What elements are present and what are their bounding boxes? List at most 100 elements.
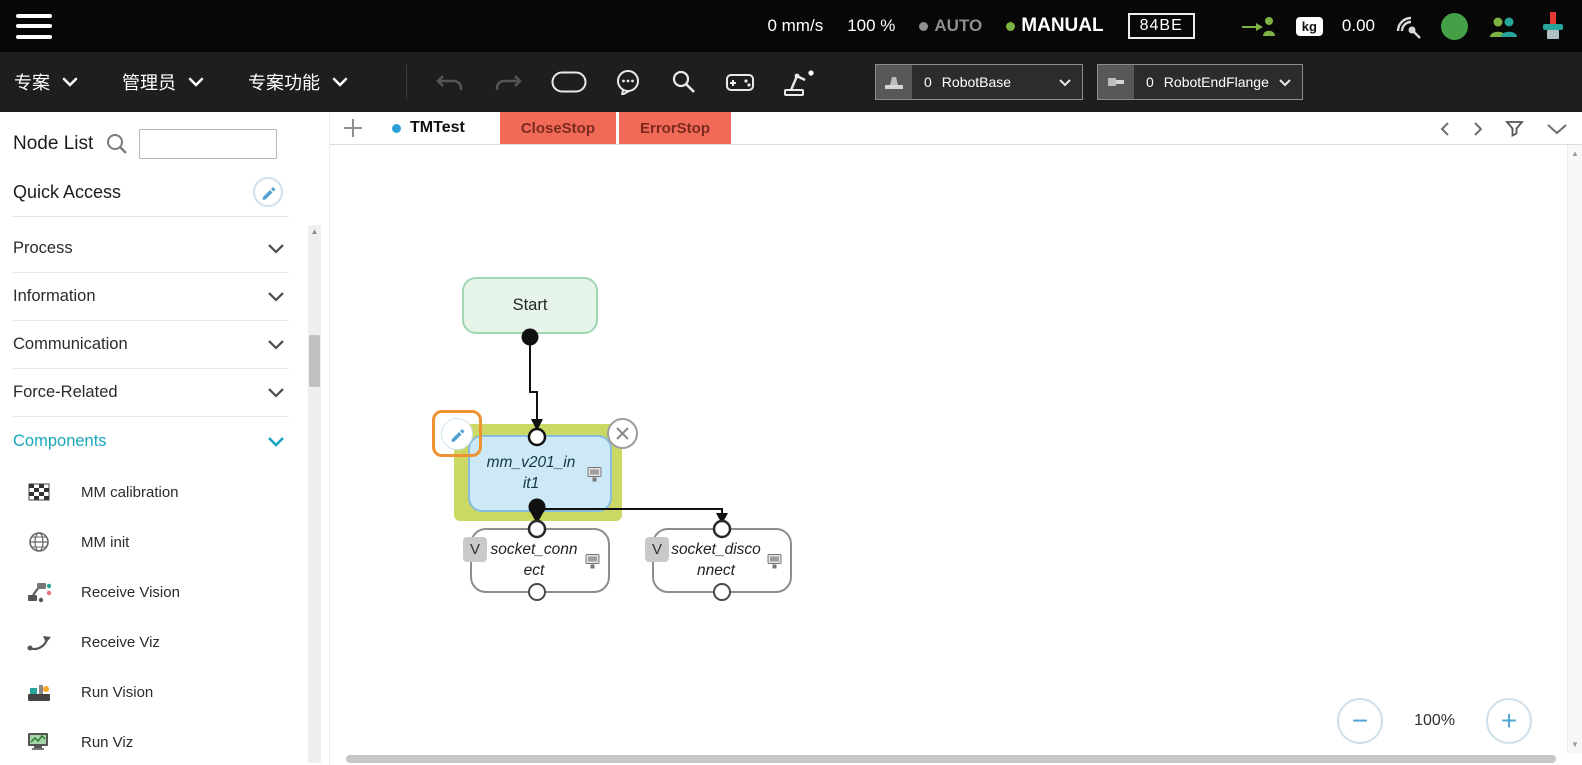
tab-closestop[interactable]: CloseStop: [499, 112, 616, 144]
flow-canvas[interactable]: Start mm_v201_init1 V socket_connect V s…: [330, 145, 1582, 765]
variable-badge: V: [463, 537, 487, 562]
users-button[interactable]: [1487, 14, 1519, 39]
payload-value: 0.00: [1341, 16, 1375, 35]
tab-errorstop[interactable]: ErrorStop: [619, 112, 732, 144]
menu-project[interactable]: 专案: [14, 69, 78, 95]
robot-speed: 0 mm/s: [767, 16, 824, 35]
sidebar-section-information[interactable]: Information: [13, 273, 289, 321]
run-vision-icon: [25, 680, 53, 704]
payload-indicator[interactable]: kg: [1295, 16, 1323, 36]
flow-editor: TMTest CloseStop ErrorStop Start mm_v201…: [330, 112, 1582, 765]
node-socket-disconnect-label: socket_disconnect: [671, 541, 761, 579]
auto-dot-icon: [919, 21, 929, 31]
component-item-receive-viz[interactable]: Receive Viz: [13, 617, 329, 667]
quick-access-edit-button[interactable]: [253, 177, 283, 207]
kg-icon: kg: [1295, 16, 1323, 36]
auto-mode-indicator: AUTO: [919, 16, 982, 36]
chevron-down-icon: [1547, 123, 1567, 134]
node-search-input[interactable]: [139, 129, 278, 159]
node-socket-connect-label: socket_connect: [490, 541, 578, 579]
active-project-dot-icon: [392, 123, 401, 133]
collapse-panel-button[interactable]: [1546, 122, 1568, 136]
pencil-circle: [441, 417, 473, 450]
undo-button[interactable]: [435, 70, 465, 94]
hamburger-menu-icon[interactable]: [16, 13, 52, 39]
manual-mode-indicator: MANUAL: [1006, 15, 1104, 37]
canvas-horizontal-scroll-thumb[interactable]: [346, 755, 1556, 763]
node-mm-label: mm_v201_init1: [486, 454, 576, 492]
chevron-left-icon: [1440, 121, 1449, 136]
sidebar-section-process[interactable]: Process: [13, 225, 289, 273]
tab-tmtest[interactable]: TMTest: [376, 112, 481, 144]
canvas-vertical-scrollbar[interactable]: ▲ ▼: [1567, 145, 1582, 753]
project-tabbar: TMTest CloseStop ErrorStop: [330, 112, 1582, 145]
scroll-down-icon[interactable]: ▼: [1571, 740, 1579, 749]
end-effector-button[interactable]: [1538, 11, 1566, 41]
robot-base-icon: [876, 65, 912, 99]
search-icon: [672, 70, 695, 93]
menu-account[interactable]: 管理员: [122, 69, 204, 95]
robot-end-flange-dropdown[interactable]: 0 RobotEndFlange: [1097, 64, 1303, 100]
controller-button[interactable]: [725, 70, 755, 94]
tab-scroll-right-button[interactable]: [1472, 121, 1484, 137]
pencil-icon: [262, 187, 276, 200]
chevron-down-icon: [267, 436, 285, 447]
receive-viz-icon: [25, 630, 53, 654]
node-delete-button[interactable]: [607, 418, 638, 449]
filter-button[interactable]: [1505, 120, 1525, 137]
sidebar-scrollbar[interactable]: ▲: [308, 225, 321, 763]
menu-project-function-label: 专案功能: [248, 73, 320, 93]
canvas-horizontal-scrollbar[interactable]: [340, 754, 1562, 765]
zoom-out-button[interactable]: −: [1337, 698, 1384, 744]
node-socket-connect[interactable]: V socket_connect: [463, 528, 610, 593]
scroll-up-icon[interactable]: ▲: [308, 227, 321, 236]
zoom-controls: − 100% +: [1337, 698, 1532, 744]
section-label: Process: [13, 239, 73, 257]
vision-job-icon: [587, 465, 605, 482]
zoom-in-button[interactable]: +: [1486, 698, 1532, 744]
node-shape-button[interactable]: [551, 71, 587, 93]
tab-scroll-left-button[interactable]: [1439, 121, 1451, 137]
follow-me-icon[interactable]: [1241, 14, 1277, 38]
component-label: MM init: [81, 533, 130, 551]
globe-icon: [25, 530, 53, 554]
robot-base-dropdown[interactable]: 0 RobotBase: [875, 64, 1083, 100]
component-item-receive-vision[interactable]: Receive Vision: [13, 567, 329, 617]
component-label: Run Viz: [81, 733, 134, 751]
node-start[interactable]: Start: [462, 277, 598, 334]
chevron-down-icon: [188, 77, 204, 87]
search-node-button[interactable]: [671, 69, 697, 95]
network-status-button[interactable]: [1394, 13, 1422, 39]
menu-project-label: 专案: [14, 73, 50, 93]
menu-bar: 专案 管理员 专案功能 0 RobotBase 0 RobotEndFlange: [0, 52, 1582, 112]
component-item-mm-init[interactable]: MM init: [13, 517, 329, 567]
add-tab-button[interactable]: [330, 112, 376, 144]
component-label: MM calibration: [81, 483, 179, 501]
tab-label: TMTest: [410, 119, 465, 136]
redo-button[interactable]: [493, 70, 523, 94]
sidebar-section-communication[interactable]: Communication: [13, 321, 289, 369]
node-socket-disconnect[interactable]: V socket_disconnect: [645, 528, 792, 593]
chevron-down-icon: [62, 77, 78, 87]
sidebar-title: Node List: [13, 133, 94, 154]
sidebar-section-components[interactable]: Components: [13, 417, 289, 465]
node-edit-button[interactable]: [432, 410, 482, 457]
component-item-run-viz[interactable]: Run Viz: [13, 717, 329, 765]
sidebar-scroll-thumb[interactable]: [309, 335, 320, 387]
node-search-button[interactable]: [105, 132, 129, 156]
tab-label: CloseStop: [520, 119, 595, 137]
comment-button[interactable]: [615, 69, 643, 95]
component-item-run-vision[interactable]: Run Vision: [13, 667, 329, 717]
menu-project-function[interactable]: 专案功能: [248, 69, 348, 95]
chevron-down-icon: [332, 77, 348, 87]
node-mm-v201-init1[interactable]: mm_v201_init1: [468, 435, 612, 512]
network-job-icon: [767, 552, 785, 569]
component-item-mm-calibration[interactable]: MM calibration: [13, 467, 329, 517]
zoom-level: 100%: [1414, 712, 1455, 729]
sidebar-section-force-related[interactable]: Force-Related: [13, 369, 289, 417]
sidebar-divider: [13, 216, 289, 217]
robot-point-button[interactable]: [783, 68, 815, 96]
scroll-up-icon[interactable]: ▲: [1571, 149, 1579, 158]
quick-access-label: Quick Access: [13, 181, 122, 202]
chevron-right-icon: [1474, 121, 1483, 136]
